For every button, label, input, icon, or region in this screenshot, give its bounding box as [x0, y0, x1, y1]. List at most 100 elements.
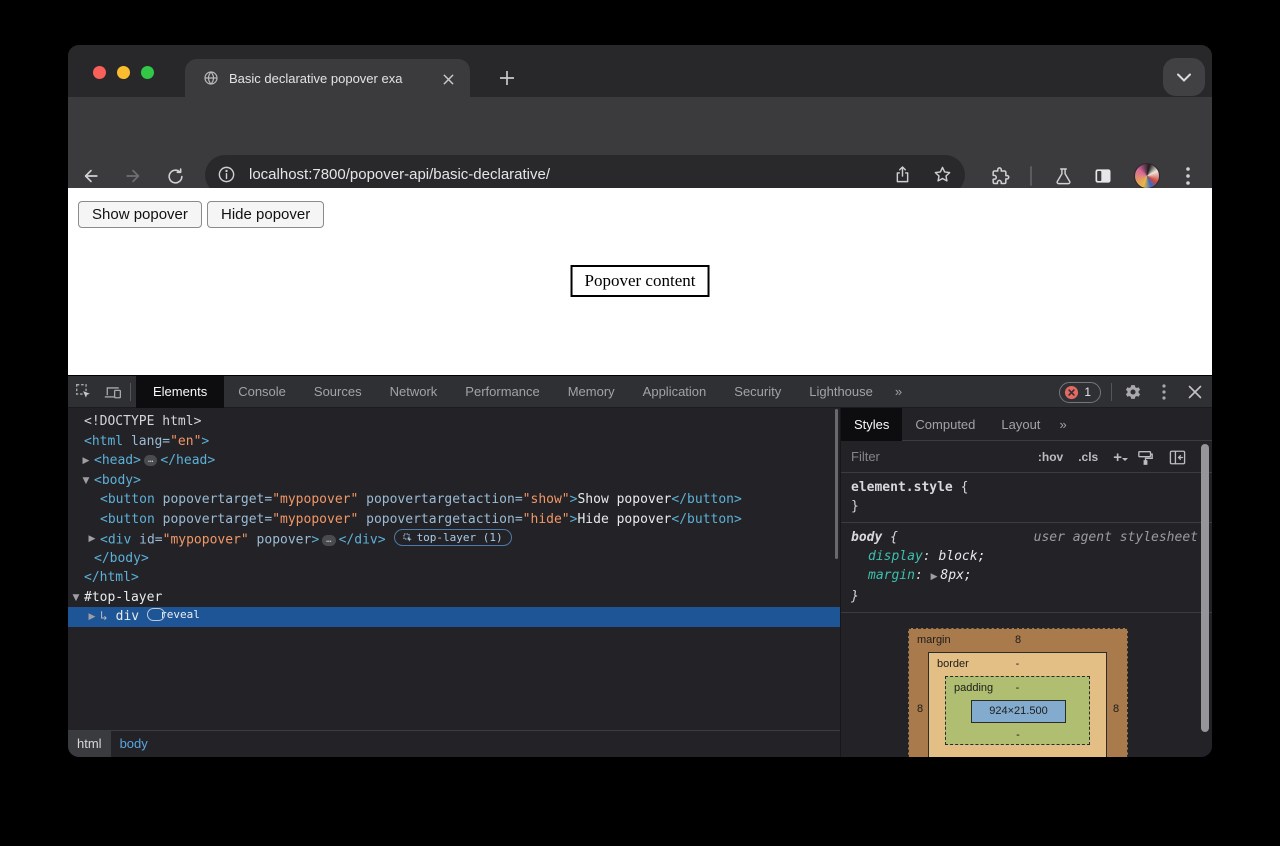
sidebar-tab-styles[interactable]: Styles [841, 408, 902, 441]
devtools-tab-application[interactable]: Application [629, 376, 721, 408]
new-tab-button[interactable] [492, 63, 522, 93]
profile-avatar[interactable] [1134, 163, 1160, 189]
dom-tree-row[interactable]: ▶<head>…</head> [68, 451, 840, 471]
padding-bottom-value[interactable]: - [909, 729, 1127, 741]
dom-tree-row[interactable]: <button popovertarget="mypopover" popove… [68, 490, 840, 510]
css-segment: : [915, 568, 931, 583]
extensions-puzzle-icon[interactable] [988, 164, 1012, 188]
collapsed-arrow-icon[interactable]: ▶ [86, 530, 98, 550]
site-info-icon[interactable] [217, 165, 236, 184]
new-style-rule-button[interactable]: + [1113, 449, 1122, 466]
sidebar-more-tabs-chevron[interactable]: » [1053, 417, 1072, 432]
styles-filter-input[interactable]: Filter [851, 449, 880, 464]
top-layer-badge[interactable]: top-layer (1) [394, 529, 512, 546]
css-segment: } [851, 499, 859, 514]
devtools-tab-network[interactable]: Network [376, 376, 452, 408]
globe-favicon-icon [203, 70, 219, 86]
expanded-arrow-icon[interactable]: ▼ [70, 589, 82, 609]
dom-tree-row[interactable]: ▼#top-layer [68, 588, 840, 608]
collapsed-arrow-icon[interactable]: ▶ [80, 452, 92, 472]
css-line: } [841, 497, 1212, 516]
rendering-emulation-icon[interactable] [1137, 450, 1154, 465]
tab-strip: Basic declarative popover exa [68, 45, 1212, 97]
expanded-arrow-icon[interactable]: ▼ [80, 472, 92, 492]
reveal-badge[interactable]: reveal [147, 608, 165, 621]
browser-menu-dots-icon[interactable] [1176, 164, 1200, 188]
box-model-content[interactable]: 924×21.500 [971, 700, 1066, 723]
breadcrumb-body[interactable]: body [111, 731, 157, 757]
dock-sidebar-icon[interactable] [1169, 450, 1186, 465]
back-button[interactable] [79, 164, 103, 188]
styles-sidebar: StylesComputedLayout» Filter :hov .cls + [841, 408, 1212, 757]
devtools-tab-memory[interactable]: Memory [554, 376, 629, 408]
tab-close-icon[interactable] [439, 70, 457, 88]
css-segment: } [851, 589, 859, 604]
collapsed-children-ellipsis[interactable]: … [144, 455, 157, 466]
margin-left-value[interactable]: 8 [914, 703, 926, 715]
devtools-settings-gear-icon[interactable] [1122, 381, 1144, 403]
dom-tree-row[interactable]: </body> [68, 549, 840, 569]
dom-tree-row[interactable]: <button popovertarget="mypopover" popove… [68, 510, 840, 530]
browser-window: Basic declarative popover exa [68, 45, 1212, 757]
collapsed-children-ellipsis[interactable]: … [322, 535, 335, 546]
toggle-hover-state-button[interactable]: :hov [1038, 450, 1063, 464]
close-window-button[interactable] [93, 66, 106, 79]
sidebar-tab-layout[interactable]: Layout [988, 408, 1053, 441]
tab-overflow-chevron-button[interactable] [1163, 58, 1205, 96]
box-model-border[interactable]: border - padding - 924×21.500 [928, 652, 1107, 757]
minimize-window-button[interactable] [117, 66, 130, 79]
toggle-class-button[interactable]: .cls [1078, 450, 1098, 464]
dom-tree-row[interactable]: ▼<body> [68, 471, 840, 491]
devtools-more-tabs-chevron[interactable]: » [887, 384, 910, 399]
dom-tree-row[interactable]: ▶<div id="mypopover" popover>…</div>top-… [68, 529, 840, 549]
browser-tab[interactable]: Basic declarative popover exa [185, 59, 470, 97]
devtools-toolbar: ElementsConsoleSourcesNetworkPerformance… [68, 376, 1212, 408]
show-popover-button[interactable]: Show popover [78, 201, 202, 228]
code-segment: "hide" [523, 512, 570, 527]
css-rule-section[interactable]: body {user agent stylesheetdisplay: bloc… [841, 523, 1212, 613]
css-rule-section[interactable]: element.style {} [841, 473, 1212, 523]
hide-popover-button[interactable]: Hide popover [207, 201, 324, 228]
devtools-close-icon[interactable] [1184, 381, 1206, 403]
share-icon[interactable] [893, 165, 912, 184]
padding-top-value[interactable]: - [946, 682, 1089, 694]
devtools-tab-security[interactable]: Security [720, 376, 795, 408]
margin-right-value[interactable]: 8 [1110, 703, 1122, 715]
console-error-badge[interactable]: 1 [1059, 382, 1101, 403]
elements-scrollbar[interactable] [835, 409, 838, 559]
side-panel-icon[interactable] [1091, 164, 1115, 188]
dom-tree-row[interactable]: <html lang="en"> [68, 432, 840, 452]
zoom-window-button[interactable] [141, 66, 154, 79]
devtools-menu-dots-icon[interactable] [1153, 381, 1175, 403]
devtools-tab-console[interactable]: Console [224, 376, 300, 408]
border-top-value[interactable]: - [929, 658, 1106, 670]
device-toolbar-icon[interactable] [98, 376, 128, 408]
inspect-element-icon[interactable] [68, 376, 98, 408]
dom-tree-row[interactable]: ▶↳ divreveal [68, 607, 840, 627]
collapsed-arrow-icon[interactable]: ▶ [86, 608, 98, 628]
styles-scrollbar[interactable] [1201, 444, 1209, 732]
devtools-tab-lighthouse[interactable]: Lighthouse [795, 376, 887, 408]
reload-button[interactable] [163, 164, 187, 188]
code-segment: Hide popover [577, 512, 671, 527]
code-segment: </head> [160, 453, 215, 468]
css-segment: display [868, 549, 923, 564]
devtools-tab-sources[interactable]: Sources [300, 376, 376, 408]
sidebar-tab-computed[interactable]: Computed [902, 408, 988, 441]
margin-top-value[interactable]: 8 [909, 634, 1127, 646]
forward-button[interactable] [121, 164, 145, 188]
code-segment: popovertarget= [155, 492, 272, 507]
breadcrumb-html[interactable]: html [68, 731, 111, 757]
bookmark-star-icon[interactable] [933, 165, 952, 184]
code-segment: </button> [671, 512, 741, 527]
css-segment: block; [938, 549, 985, 564]
dom-tree-row[interactable]: <!DOCTYPE html> [68, 412, 840, 432]
box-model-margin[interactable]: margin 8 8 - - - - 8 border - padding [908, 628, 1128, 757]
devtools-tab-performance[interactable]: Performance [451, 376, 553, 408]
code-segment: popovertargetaction= [358, 492, 522, 507]
experiments-flask-icon[interactable] [1051, 164, 1075, 188]
code-segment: id= [131, 533, 162, 548]
devtools-tab-elements[interactable]: Elements [136, 376, 224, 408]
styles-filter-bar: Filter :hov .cls + [841, 441, 1212, 473]
dom-tree-row[interactable]: </html> [68, 568, 840, 588]
